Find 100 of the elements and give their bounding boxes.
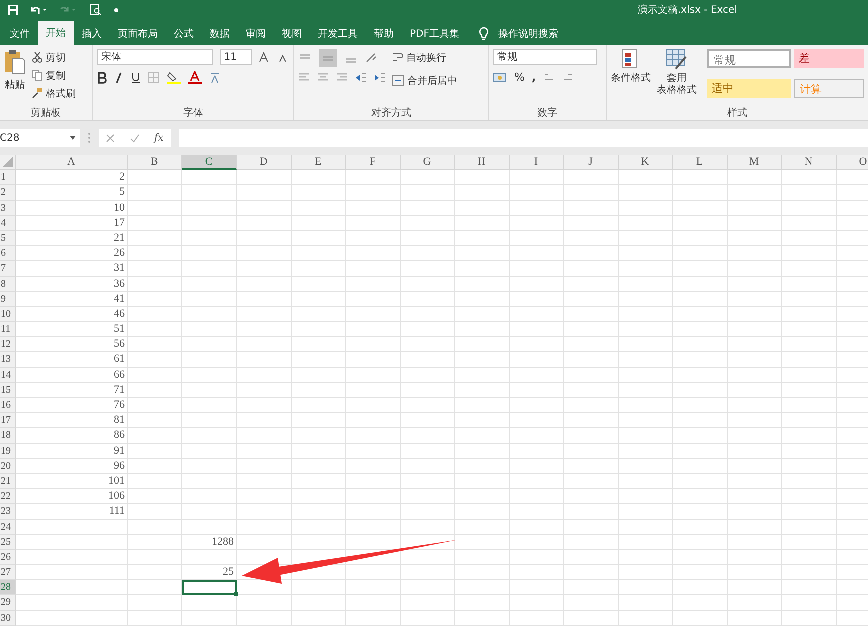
align-right-icon[interactable] bbox=[336, 73, 348, 83]
row-header[interactable]: 18 bbox=[0, 428, 16, 444]
italic-icon[interactable] bbox=[114, 72, 124, 84]
number-format-dropdown[interactable]: 常规 bbox=[493, 49, 598, 65]
column-header[interactable]: C bbox=[182, 155, 237, 170]
ribbon-tab[interactable]: 公式 bbox=[166, 23, 202, 45]
align-middle-icon[interactable] bbox=[319, 49, 338, 67]
save-icon[interactable] bbox=[8, 5, 18, 15]
row-header[interactable]: 30 bbox=[0, 610, 16, 626]
merge-center-button[interactable]: 合并后居中 bbox=[392, 72, 458, 89]
row-header[interactable]: 24 bbox=[0, 520, 16, 535]
wrap-text-button[interactable]: 自动换行 bbox=[392, 49, 458, 66]
align-left-icon[interactable] bbox=[298, 73, 310, 83]
row-header[interactable]: 14 bbox=[0, 368, 16, 383]
format-painter-button[interactable]: 格式刷 bbox=[32, 85, 76, 102]
row-header[interactable]: 8 bbox=[0, 276, 16, 292]
phonetic-icon[interactable] bbox=[209, 72, 222, 84]
row-header[interactable]: 22 bbox=[0, 489, 16, 504]
row-header[interactable]: 4 bbox=[0, 216, 16, 231]
row-header[interactable]: 1 bbox=[0, 170, 16, 186]
orientation-icon[interactable] bbox=[365, 52, 380, 64]
check-icon[interactable] bbox=[130, 134, 140, 142]
row-header[interactable]: 28 bbox=[0, 580, 16, 596]
row-header[interactable]: 6 bbox=[0, 246, 16, 262]
increase-font-size-icon[interactable] bbox=[258, 51, 271, 63]
bold-icon[interactable] bbox=[97, 72, 108, 84]
column-header[interactable]: J bbox=[564, 155, 618, 170]
ribbon-tab[interactable]: PDF工具集 bbox=[402, 23, 468, 45]
row-header[interactable]: 10 bbox=[0, 306, 16, 322]
row-header[interactable]: 21 bbox=[0, 474, 16, 490]
font-color-icon[interactable] bbox=[188, 71, 202, 84]
selected-cell[interactable] bbox=[182, 580, 237, 596]
row-header[interactable]: 7 bbox=[0, 261, 16, 276]
underline-icon[interactable] bbox=[131, 72, 142, 84]
font-size-dropdown[interactable]: 11 bbox=[220, 49, 252, 65]
format-as-table-button[interactable]: 套用 表格格式 bbox=[657, 49, 697, 106]
column-header[interactable]: K bbox=[618, 155, 673, 170]
ribbon-tab[interactable]: 开发工具 bbox=[310, 23, 366, 45]
customize-toolbar-icon[interactable] bbox=[114, 8, 119, 12]
cell-style-swatch[interactable]: 常规 bbox=[707, 49, 791, 68]
comma-style-button[interactable]: , bbox=[532, 71, 536, 84]
row-header[interactable]: 25 bbox=[0, 534, 16, 550]
align-center-icon[interactable] bbox=[317, 73, 330, 83]
row-header[interactable]: 27 bbox=[0, 565, 16, 580]
row-header[interactable]: 5 bbox=[0, 230, 16, 246]
currency-icon[interactable] bbox=[493, 72, 508, 84]
ribbon-tab[interactable]: 开始 bbox=[38, 21, 74, 45]
row-header[interactable]: 12 bbox=[0, 337, 16, 352]
row-header[interactable]: 29 bbox=[0, 595, 16, 611]
percent-style-button[interactable]: % bbox=[514, 71, 525, 84]
column-header[interactable]: I bbox=[510, 155, 564, 170]
ribbon-tab[interactable]: 插入 bbox=[74, 23, 110, 45]
column-header[interactable]: F bbox=[346, 155, 400, 170]
row-header[interactable]: 20 bbox=[0, 458, 16, 474]
copy-button[interactable]: 复制 bbox=[32, 67, 76, 84]
ribbon-tab[interactable]: 页面布局 bbox=[110, 23, 166, 45]
insert-function-button[interactable]: fx bbox=[154, 132, 164, 144]
ribbon-tab[interactable]: 帮助 bbox=[366, 23, 402, 45]
increase-indent-icon[interactable] bbox=[374, 73, 386, 83]
column-header[interactable]: E bbox=[292, 155, 346, 170]
fill-color-icon[interactable] bbox=[167, 71, 182, 84]
ribbon-tab[interactable]: 文件 bbox=[2, 23, 38, 45]
print-preview-icon[interactable] bbox=[90, 4, 102, 16]
borders-icon[interactable] bbox=[148, 72, 160, 84]
row-header[interactable]: 9 bbox=[0, 292, 16, 307]
column-header[interactable]: H bbox=[455, 155, 510, 170]
column-header[interactable]: L bbox=[673, 155, 728, 170]
name-box[interactable]: C28 bbox=[0, 129, 80, 147]
tell-me-search[interactable]: 操作说明搜索 bbox=[467, 23, 558, 45]
cell-style-swatch[interactable]: 差 bbox=[794, 49, 864, 68]
paste-button[interactable]: 粘贴 bbox=[4, 49, 26, 106]
row-header[interactable]: 26 bbox=[0, 550, 16, 566]
row-header[interactable]: 23 bbox=[0, 504, 16, 520]
ribbon-tab[interactable]: 审阅 bbox=[238, 23, 274, 45]
cut-button[interactable]: 剪切 bbox=[32, 49, 76, 66]
row-header[interactable]: 19 bbox=[0, 444, 16, 459]
column-header[interactable]: O bbox=[836, 155, 868, 170]
column-header[interactable]: G bbox=[400, 155, 455, 170]
undo-icon[interactable] bbox=[30, 5, 48, 15]
font-family-dropdown[interactable]: 宋体 bbox=[97, 49, 214, 65]
column-header[interactable]: M bbox=[728, 155, 782, 170]
cell-style-swatch[interactable]: 适中 bbox=[707, 79, 791, 98]
row-header[interactable]: 2 bbox=[0, 185, 16, 201]
column-header[interactable]: D bbox=[237, 155, 292, 170]
column-header[interactable]: N bbox=[782, 155, 836, 170]
row-header[interactable]: 11 bbox=[0, 322, 16, 338]
ribbon-tab[interactable]: 数据 bbox=[202, 23, 238, 45]
decrease-decimal-icon[interactable] bbox=[562, 72, 574, 84]
row-header[interactable]: 17 bbox=[0, 413, 16, 428]
row-header[interactable]: 3 bbox=[0, 200, 16, 216]
redo-icon[interactable] bbox=[60, 5, 78, 15]
ribbon-tab[interactable]: 视图 bbox=[274, 23, 310, 45]
row-header[interactable]: 13 bbox=[0, 352, 16, 368]
decrease-indent-icon[interactable] bbox=[355, 73, 368, 83]
row-header[interactable]: 16 bbox=[0, 398, 16, 414]
column-header[interactable]: B bbox=[128, 155, 182, 170]
column-header[interactable]: A bbox=[16, 155, 128, 170]
increase-decimal-icon[interactable] bbox=[543, 72, 556, 84]
conditional-formatting-button[interactable]: 条件格式 bbox=[611, 49, 651, 106]
row-header[interactable]: 15 bbox=[0, 382, 16, 398]
